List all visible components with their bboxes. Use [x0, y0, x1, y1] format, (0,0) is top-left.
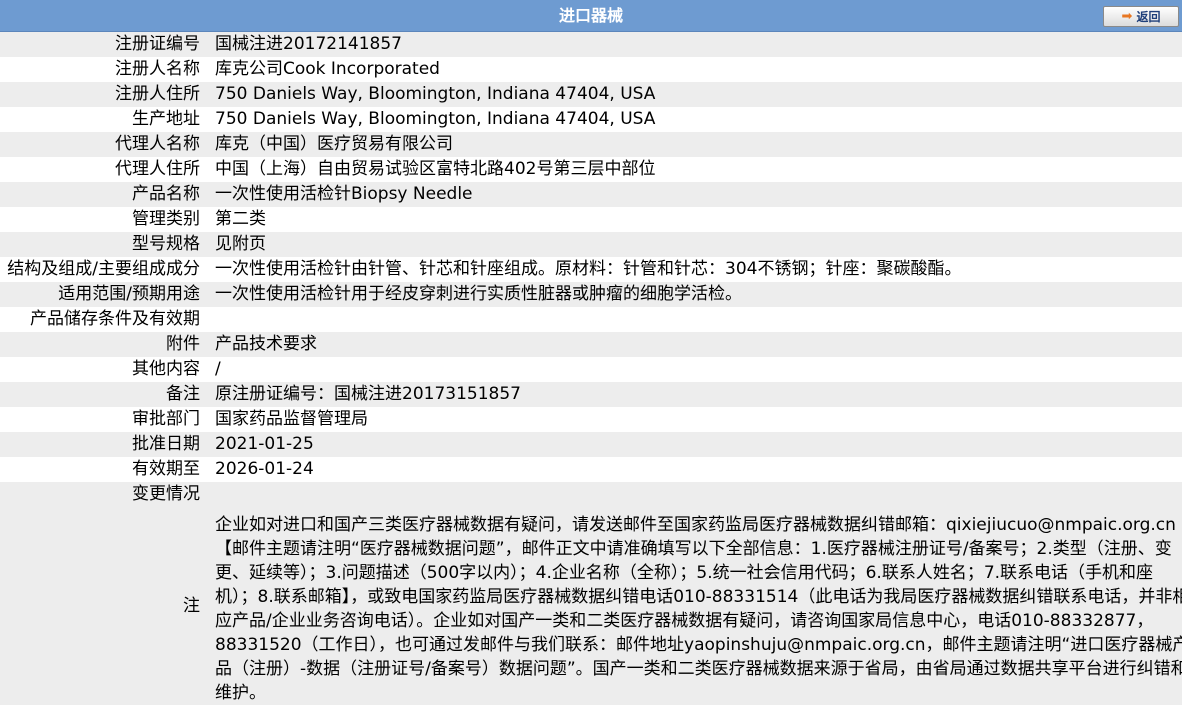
- row-label: 其他内容: [0, 357, 204, 382]
- table-row: 结构及组成/主要组成成分 一次性使用活检针由针管、针芯和针座组成。原材料：针管和针…: [0, 257, 1182, 282]
- detail-table: 注册证编号 国械注进20172141857 注册人名称 库克公司Cook Incorp…: [0, 32, 1182, 705]
- table-row: 注册证编号 国械注进20172141857: [0, 32, 1182, 57]
- row-value: 2026-01-24: [204, 457, 1182, 482]
- row-value: 产品技术要求: [204, 332, 1182, 357]
- row-value: 第二类: [204, 207, 1182, 232]
- row-value: 一次性使用活检针由针管、针芯和针座组成。原材料：针管和针芯：304不锈钢；针座：…: [204, 257, 1182, 282]
- row-value: 库克公司Cook Incorporated: [204, 57, 1182, 82]
- note-label: 注: [0, 507, 204, 705]
- row-label: 附件: [0, 332, 204, 357]
- table-row: 管理类别 第二类: [0, 207, 1182, 232]
- table-row: 注册人住所 750 Daniels Way, Bloomington, India…: [0, 82, 1182, 107]
- row-label: 批准日期: [0, 432, 204, 457]
- table-row: 有效期至 2026-01-24: [0, 457, 1182, 482]
- row-value: 国家药品监督管理局: [204, 407, 1182, 432]
- row-label: 注册人名称: [0, 57, 204, 82]
- row-value: 见附页: [204, 232, 1182, 257]
- table-row: 生产地址 750 Daniels Way, Bloomington, Indian…: [0, 107, 1182, 132]
- row-value: 库克（中国）医疗贸易有限公司: [204, 132, 1182, 157]
- row-value: 原注册证编号：国械注进20173151857: [204, 382, 1182, 407]
- table-row: 批准日期 2021-01-25: [0, 432, 1182, 457]
- row-value: 750 Daniels Way, Bloomington, Indiana 47…: [204, 82, 1182, 107]
- table-row: 代理人住所 中国（上海）自由贸易试验区富特北路402号第三层中部位: [0, 157, 1182, 182]
- title-bar: 进口器械 ➡ 返回: [0, 0, 1182, 32]
- row-value: 一次性使用活检针用于经皮穿刺进行实质性脏器或肿瘤的细胞学活检。: [204, 282, 1182, 307]
- table-row: 审批部门 国家药品监督管理局: [0, 407, 1182, 432]
- table-row: 产品储存条件及有效期: [0, 307, 1182, 332]
- row-value: [204, 307, 1182, 332]
- table-row: 附件 产品技术要求: [0, 332, 1182, 357]
- row-value: 国械注进20172141857: [204, 32, 1182, 57]
- note-row: 注企业如对进口和国产三类医疗器械数据有疑问，请发送邮件至国家药监局医疗器械数据纠…: [0, 507, 1182, 705]
- row-label: 注册人住所: [0, 82, 204, 107]
- row-label: 适用范围/预期用途: [0, 282, 204, 307]
- table-row: 其他内容 /: [0, 357, 1182, 382]
- row-label: 有效期至: [0, 457, 204, 482]
- row-label: 产品名称: [0, 182, 204, 207]
- row-label: 型号规格: [0, 232, 204, 257]
- row-label: 产品储存条件及有效期: [0, 307, 204, 332]
- back-button-label: 返回: [1136, 10, 1161, 24]
- row-value: [204, 482, 1182, 507]
- row-label: 变更情况: [0, 482, 204, 507]
- table-row: 型号规格 见附页: [0, 232, 1182, 257]
- row-label: 代理人住所: [0, 157, 204, 182]
- note-cell: 企业如对进口和国产三类医疗器械数据有疑问，请发送邮件至国家药监局医疗器械数据纠错…: [204, 507, 1182, 705]
- row-label: 代理人名称: [0, 132, 204, 157]
- row-label: 注册证编号: [0, 32, 204, 57]
- back-button[interactable]: ➡ 返回: [1103, 6, 1179, 27]
- row-label: 审批部门: [0, 407, 204, 432]
- table-row: 备注 原注册证编号：国械注进20173151857: [0, 382, 1182, 407]
- table-row: 注册人名称 库克公司Cook Incorporated: [0, 57, 1182, 82]
- row-label: 备注: [0, 382, 204, 407]
- row-label: 管理类别: [0, 207, 204, 232]
- row-value: 2021-01-25: [204, 432, 1182, 457]
- page-title: 进口器械: [558, 6, 623, 25]
- note-text: 企业如对进口和国产三类医疗器械数据有疑问，请发送邮件至国家药监局医疗器械数据纠错…: [215, 515, 1182, 703]
- row-value: 中国（上海）自由贸易试验区富特北路402号第三层中部位: [204, 157, 1182, 182]
- row-value: 一次性使用活检针Biopsy Needle: [204, 182, 1182, 207]
- table-row: 变更情况: [0, 482, 1182, 507]
- row-value: 750 Daniels Way, Bloomington, Indiana 47…: [204, 107, 1182, 132]
- row-value: /: [204, 357, 1182, 382]
- arrow-right-icon: ➡: [1121, 9, 1133, 24]
- row-label: 生产地址: [0, 107, 204, 132]
- table-row: 代理人名称 库克（中国）医疗贸易有限公司: [0, 132, 1182, 157]
- table-row: 适用范围/预期用途 一次性使用活检针用于经皮穿刺进行实质性脏器或肿瘤的细胞学活检。: [0, 282, 1182, 307]
- row-label: 结构及组成/主要组成成分: [0, 257, 204, 282]
- page: 进口器械 ➡ 返回 注册证编号 国械注进20172141857 注册人名称 库克公司C…: [0, 0, 1182, 709]
- table-row: 产品名称 一次性使用活检针Biopsy Needle: [0, 182, 1182, 207]
